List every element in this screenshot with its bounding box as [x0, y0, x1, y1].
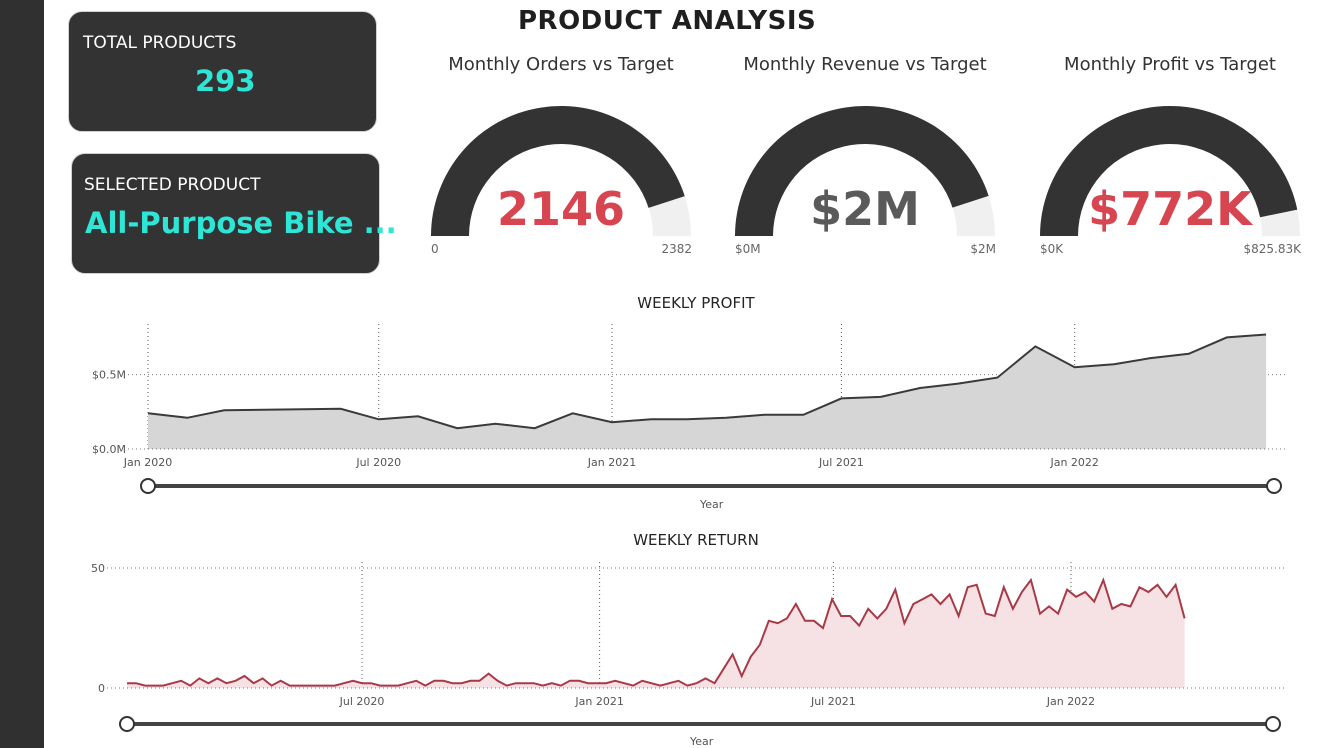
weekly-return-title: WEEKLY RETURN — [633, 531, 759, 549]
gauge-title-2: Monthly Profit vs Target — [1064, 54, 1276, 75]
area-line-0 — [147, 333, 1267, 430]
y-tick-1-1: 50 — [91, 562, 105, 575]
gauge-value-0: 2146 — [496, 182, 626, 236]
area-fill-0 — [148, 334, 1267, 449]
slider-handle-end-1[interactable] — [1265, 716, 1281, 732]
chart-1: 0 50 Jul 2020 Jan 2021 Jul 2021 Jan 2022 — [91, 562, 1285, 708]
x-tick-1-3: Jan 2022 — [1046, 695, 1095, 708]
gauge-min-2: $0K — [1040, 242, 1064, 256]
gauge-value-1: $2M — [810, 182, 920, 236]
weekly-return-xlabel: Year — [690, 735, 714, 748]
gauge-title-0: Monthly Orders vs Target — [448, 54, 674, 75]
y-tick-0-1: $0.5M — [92, 369, 126, 382]
weekly-profit-title: WEEKLY PROFIT — [637, 294, 755, 312]
slider-handle-start-0[interactable] — [140, 478, 156, 494]
gauge-title-1: Monthly Revenue vs Target — [743, 54, 987, 75]
chart-0: $0.0M $0.5M Jan 2020 Jul 2020 Jan 2021 Jul 20… — [92, 324, 1285, 469]
total-products-value: 293 — [195, 64, 256, 98]
y-tick-1-0: 0 — [98, 682, 105, 695]
gauge-max-0: 2382 — [661, 242, 692, 256]
x-tick-0-3: Jul 2021 — [818, 456, 864, 469]
x-tick-0-4: Jan 2022 — [1049, 456, 1098, 469]
page-title: PRODUCT ANALYSIS — [518, 6, 817, 36]
left-sidebar — [0, 0, 44, 748]
slider-handle-end-0[interactable] — [1266, 478, 1282, 494]
selected-product-card[interactable]: SELECTED PRODUCT All-Purpose Bike ... — [71, 153, 397, 274]
date-range-slider-1[interactable] — [119, 716, 1281, 732]
date-range-slider-0[interactable] — [140, 478, 1282, 494]
area-fill-1 — [127, 580, 1185, 688]
y-tick-0-0: $0.0M — [92, 443, 126, 456]
x-tick-0-2: Jan 2021 — [587, 456, 636, 469]
x-tick-1-2: Jul 2021 — [810, 695, 856, 708]
x-tick-0-1: Jul 2020 — [355, 456, 401, 469]
selected-product-label: SELECTED PRODUCT — [84, 175, 261, 195]
gauge-max-2: $825.83K — [1243, 242, 1302, 256]
x-tick-0-0: Jan 2020 — [123, 456, 172, 469]
total-products-label: TOTAL PRODUCTS — [83, 33, 237, 53]
selected-product-value: All-Purpose Bike ... — [85, 206, 397, 240]
gauge-max-1: $2M — [970, 242, 996, 256]
total-products-card: TOTAL PRODUCTS 293 — [68, 11, 377, 132]
x-tick-1-0: Jul 2020 — [339, 695, 385, 708]
x-tick-1-1: Jan 2021 — [574, 695, 623, 708]
area-line-1 — [127, 577, 1186, 687]
gauge-value-2: $772K — [1088, 182, 1252, 236]
gauge-min-0: 0 — [431, 242, 439, 256]
weekly-profit-xlabel: Year — [700, 498, 724, 511]
gauge-min-1: $0M — [735, 242, 761, 256]
slider-handle-start-1[interactable] — [119, 716, 135, 732]
